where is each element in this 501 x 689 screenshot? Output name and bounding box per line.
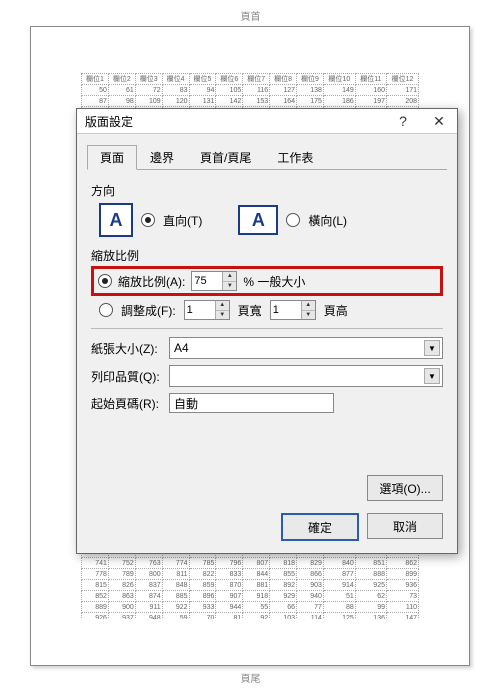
fit-radio[interactable] [99, 303, 113, 317]
fit-radio-label: 調整成(F): [121, 302, 176, 319]
fit-height-input[interactable]: ▲▼ [270, 300, 316, 320]
page-setup-dialog: 版面設定 ? ✕ 頁面 邊界 頁首/頁尾 工作表 方向 A 直向(T) A 橫向… [76, 108, 458, 554]
landscape-radio-label: 橫向(L) [308, 212, 347, 229]
fit-width-spinner[interactable]: ▲▼ [215, 301, 229, 319]
zoom-radio[interactable] [98, 274, 112, 288]
zoom-spinner[interactable]: ▲▼ [222, 272, 236, 290]
zoom-percent-input[interactable]: ▲▼ [191, 271, 237, 291]
first-page-label: 起始頁碼(R): [91, 395, 161, 412]
paper-size-label: 紙張大小(Z): [91, 340, 161, 357]
landscape-icon: A [238, 205, 278, 235]
zoom-radio-label: 縮放比例(A): [118, 273, 185, 290]
dialog-tabs: 頁面 邊界 頁首/頁尾 工作表 [87, 144, 447, 170]
divider [91, 328, 443, 329]
zoom-suffix: % 一般大小 [243, 273, 305, 290]
fit-width-input[interactable]: ▲▼ [184, 300, 230, 320]
chevron-down-icon: ▼ [424, 340, 440, 356]
paper-size-select[interactable]: A4 ▼ [169, 337, 443, 359]
fit-width-suffix: 頁寬 [238, 302, 262, 319]
ok-button[interactable]: 確定 [281, 513, 359, 541]
options-button[interactable]: 選項(O)... [367, 475, 443, 501]
tab-sheet[interactable]: 工作表 [264, 145, 326, 170]
paper-size-value: A4 [174, 341, 189, 355]
print-quality-label: 列印品質(Q): [91, 368, 161, 385]
fit-height-field[interactable] [271, 304, 301, 316]
scaling-label: 縮放比例 [91, 247, 443, 264]
print-quality-select[interactable]: ▼ [169, 365, 443, 387]
portrait-radio-label: 直向(T) [163, 212, 202, 229]
fit-height-spinner[interactable]: ▲▼ [301, 301, 315, 319]
chevron-down-icon: ▼ [424, 368, 440, 384]
page-footer-label: 頁尾 [0, 670, 501, 685]
portrait-icon: A [99, 203, 133, 237]
fit-width-field[interactable] [185, 304, 215, 316]
first-page-input[interactable] [169, 393, 334, 413]
zoom-percent-field[interactable] [192, 275, 222, 287]
zoom-row-highlight: 縮放比例(A): ▲▼ % 一般大小 [91, 266, 443, 296]
tab-page[interactable]: 頁面 [87, 145, 137, 170]
dialog-titlebar: 版面設定 ? ✕ [77, 109, 457, 134]
tab-header-footer[interactable]: 頁首/頁尾 [187, 145, 264, 170]
portrait-radio[interactable] [141, 213, 155, 227]
fit-height-suffix: 頁高 [324, 302, 348, 319]
orientation-label: 方向 [91, 182, 443, 199]
landscape-radio[interactable] [286, 213, 300, 227]
page-header-label: 頁首 [0, 8, 501, 23]
help-button[interactable]: ? [385, 109, 421, 133]
cancel-button[interactable]: 取消 [367, 513, 443, 539]
close-button[interactable]: ✕ [421, 109, 457, 133]
dialog-title: 版面設定 [85, 113, 385, 130]
tab-margin[interactable]: 邊界 [137, 145, 187, 170]
